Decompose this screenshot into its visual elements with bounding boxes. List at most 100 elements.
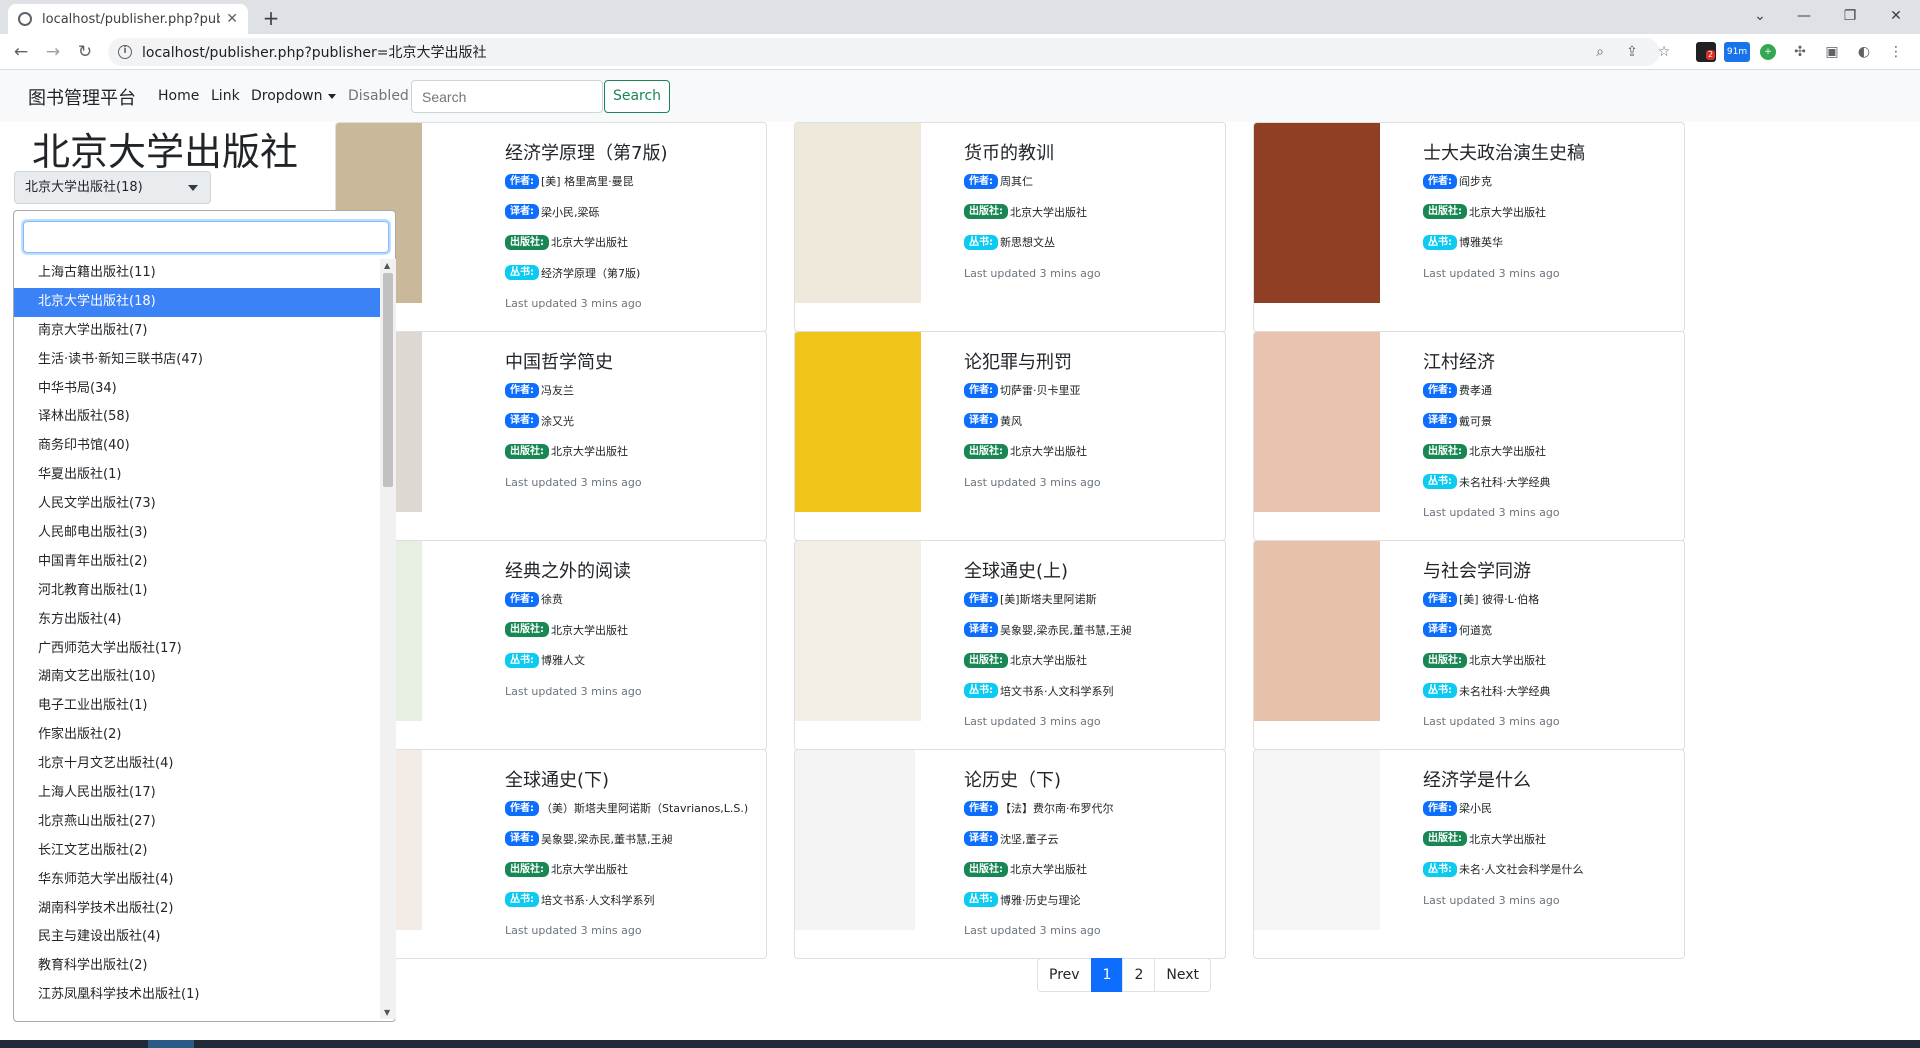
book-cover-image[interactable] [795,541,921,721]
zoom-icon[interactable]: ⌕ [1588,40,1612,64]
book-author-value[interactable]: [美] 格里高里·曼昆 [541,173,634,189]
book-series-value[interactable]: 新思想文丛 [1000,234,1055,250]
publisher-option[interactable]: 北京十月文艺出版社(4) [14,750,380,779]
navbar-brand[interactable]: 图书管理平台 [28,84,136,110]
book-translator-value[interactable]: 戴可景 [1459,413,1492,429]
book-author-value[interactable]: 阎步克 [1459,173,1492,189]
forward-icon[interactable]: → [40,40,66,64]
book-card[interactable]: 江村经济 作者: 费孝通 译者: 戴可景 出版社: 北京大学出版社 丛书: 未名社科·大学经典 L… [1253,331,1685,541]
book-card[interactable]: 论历史（下) 作者: 【法】费尔南·布罗代尔 译者: 沈坚,董子云 出版社: 北京大学出版社… [794,749,1226,959]
publisher-option[interactable]: 中华书局(34) [14,375,380,404]
publisher-option[interactable]: 商务印书馆(40) [14,432,380,461]
book-cover-image[interactable] [1254,332,1380,512]
taskbar-app[interactable] [148,1040,194,1048]
book-translator-value[interactable]: 吴象婴,梁赤民,董书慧,王昶 [1000,622,1132,638]
book-title[interactable]: 全球通史(上) [964,557,1068,583]
publisher-option[interactable]: 译林出版社(58) [14,403,380,432]
publisher-option[interactable]: 湖南科学技术出版社(2) [14,895,380,924]
book-publisher-value[interactable]: 北京大学出版社 [1010,204,1087,220]
book-author-value[interactable]: 切萨雷·贝卡里亚 [1000,382,1081,398]
book-publisher-value[interactable]: 北京大学出版社 [1010,861,1087,877]
pagination-prev[interactable]: Prev [1037,958,1092,992]
book-title[interactable]: 全球通史(下) [505,766,609,792]
site-search-input[interactable] [411,80,603,113]
book-publisher-value[interactable]: 北京大学出版社 [1010,443,1087,459]
book-publisher-value[interactable]: 北京大学出版社 [551,443,628,459]
reload-icon[interactable]: ↻ [72,40,98,64]
restore-icon[interactable]: ❐ [1830,4,1870,28]
publisher-select[interactable]: 北京大学出版社(18) [14,171,211,204]
book-author-value[interactable]: 冯友兰 [541,382,574,398]
book-card[interactable]: 经济学原理（第7版) 作者: [美] 格里高里·曼昆 译者: 梁小民,梁砾 出版社: 北京大… [335,122,767,332]
tab-search-icon[interactable]: ⌄ [1740,4,1780,28]
close-window-icon[interactable]: ✕ [1876,4,1916,28]
pagination-page-2[interactable]: 2 [1122,958,1156,992]
minimize-icon[interactable]: — [1784,4,1824,28]
book-cover-image[interactable] [795,123,921,303]
book-publisher-value[interactable]: 北京大学出版社 [551,622,628,638]
book-translator-value[interactable]: 梁小民,梁砾 [541,204,600,220]
book-card[interactable]: 论犯罪与刑罚 作者: 切萨雷·贝卡里亚 译者: 黄风 出版社: 北京大学出版社 Last up… [794,331,1226,541]
publisher-option[interactable]: 人民邮电出版社(3) [14,519,380,548]
book-translator-value[interactable]: 涂又光 [541,413,574,429]
menu-icon[interactable]: ⋮ [1884,40,1908,64]
browser-tab[interactable]: localhost/publisher.php?publis ✕ [8,4,248,34]
book-series-value[interactable]: 培文书系·人文科学系列 [541,892,655,908]
book-author-value[interactable]: 【法】费尔南·布罗代尔 [1000,800,1114,816]
book-cover-image[interactable] [795,332,921,512]
site-search-button[interactable]: Search [604,80,670,113]
book-translator-value[interactable]: 何道宽 [1459,622,1492,638]
publisher-option[interactable]: 华夏出版社(1) [14,461,380,490]
publisher-search-input[interactable] [23,221,389,253]
book-title[interactable]: 论历史（下) [964,766,1061,792]
book-series-value[interactable]: 博雅·历史与理论 [1000,892,1081,908]
book-cover-image[interactable] [1254,123,1380,303]
book-translator-value[interactable]: 吴象婴,梁赤民,董书慧,王昶 [541,831,673,847]
sidepanel-icon[interactable]: ▣ [1820,40,1844,64]
book-card[interactable]: 经典之外的阅读 作者: 徐贲 出版社: 北京大学出版社 丛书: 博雅人文 Last updat… [335,540,767,750]
book-author-value[interactable]: [美]斯塔夫里阿诺斯 [1000,591,1097,607]
publisher-option[interactable]: 电子工业出版社(1) [14,692,380,721]
book-title[interactable]: 江村经济 [1423,348,1495,374]
book-translator-value[interactable]: 沈坚,董子云 [1000,831,1059,847]
publisher-option[interactable]: 上海人民出版社(17) [14,779,380,808]
book-title[interactable]: 中国哲学简史 [505,348,613,374]
book-series-value[interactable]: 博雅人文 [541,652,585,668]
book-card[interactable]: 货币的教训 作者: 周其仁 出版社: 北京大学出版社 丛书: 新思想文丛 Last updat… [794,122,1226,332]
book-author-value[interactable]: 周其仁 [1000,173,1033,189]
new-tab-button[interactable]: + [258,6,284,32]
profile-icon[interactable]: ◐ [1852,40,1876,64]
book-publisher-value[interactable]: 北京大学出版社 [1010,652,1087,668]
book-series-value[interactable]: 未名社科·大学经典 [1459,474,1551,490]
publisher-option[interactable]: 长江文艺出版社(2) [14,837,380,866]
book-translator-value[interactable]: 黄风 [1000,413,1022,429]
publisher-option[interactable]: 河北教育出版社(1) [14,577,380,606]
book-title[interactable]: 货币的教训 [964,139,1054,165]
close-tab-icon[interactable]: ✕ [226,11,238,27]
publisher-option[interactable]: 人民文学出版社(73) [14,490,380,519]
book-cover-image[interactable] [1254,750,1380,930]
bookmark-star-icon[interactable]: ☆ [1652,40,1676,64]
book-publisher-value[interactable]: 北京大学出版社 [1469,831,1546,847]
publisher-option[interactable]: 华东师范大学出版社(4) [14,866,380,895]
publisher-option[interactable]: 民主与建设出版社(4) [14,923,380,952]
publisher-option[interactable]: 广西师范大学出版社(17) [14,635,380,664]
book-publisher-value[interactable]: 北京大学出版社 [1469,443,1546,459]
publisher-option[interactable]: 北京燕山出版社(27) [14,808,380,837]
book-series-value[interactable]: 博雅英华 [1459,234,1503,250]
pagination-next[interactable]: Next [1154,958,1212,992]
address-bar[interactable]: i localhost/publisher.php?publisher=北京大学… [108,38,1660,66]
publisher-option[interactable]: 南京大学出版社(7) [14,317,380,346]
book-publisher-value[interactable]: 北京大学出版社 [1469,652,1546,668]
book-author-value[interactable]: 费孝通 [1459,382,1492,398]
book-card[interactable]: 与社会学同游 作者: [美] 彼得·L·伯格 译者: 何道宽 出版社: 北京大学出版社 丛书:… [1253,540,1685,750]
book-title[interactable]: 论犯罪与刑罚 [964,348,1072,374]
book-title[interactable]: 与社会学同游 [1423,557,1531,583]
book-publisher-value[interactable]: 北京大学出版社 [1469,204,1546,220]
nav-home[interactable]: Home [158,88,199,104]
book-series-value[interactable]: 经济学原理（第7版) [541,265,640,281]
book-title[interactable]: 经济学原理（第7版) [505,139,667,165]
publisher-option[interactable]: 湖南文艺出版社(10) [14,663,380,692]
book-cover-image[interactable] [1254,541,1380,721]
publisher-option[interactable]: 作家出版社(2) [14,721,380,750]
